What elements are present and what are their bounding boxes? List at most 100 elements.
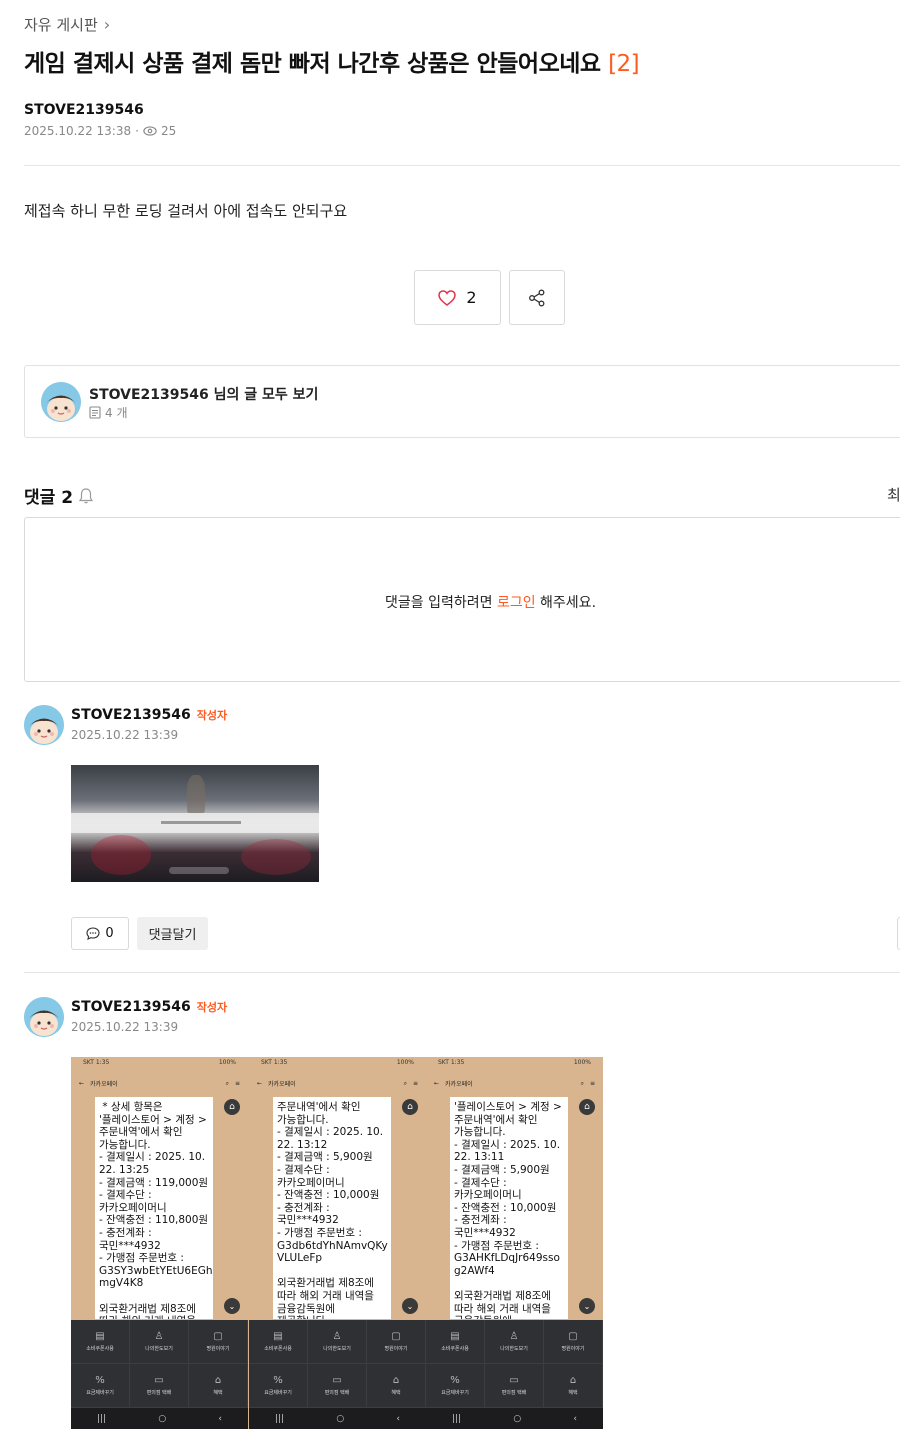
reply-count-button[interactable]: 0	[71, 917, 129, 950]
login-prompt: 댓글을 입력하려면 로그인 해주세요.	[385, 592, 596, 612]
receipt-panel: SKT 1:35 100% ← 카카오페이 ⌕ ≡ '플레이스토어 > 계정 > 주문내…	[426, 1057, 603, 1429]
login-link[interactable]: 로그인	[497, 595, 536, 611]
android-navbar: ||| ○ ‹	[71, 1408, 248, 1429]
home-icon: ⌂	[224, 1099, 240, 1115]
post-date: 2025.10.22 13:38	[24, 124, 132, 138]
truck-icon: ▭	[154, 1375, 164, 1386]
person-icon: ♙	[154, 1331, 164, 1342]
menu-label: 편의점 택배	[324, 1390, 350, 1396]
author-box-title[interactable]: STOVE2139546 님의 글 모두 보기	[89, 384, 318, 404]
menu-label: 소비쿠폰사용	[86, 1346, 114, 1352]
percent-icon: %	[95, 1375, 105, 1386]
search-icon: ⌕	[225, 1079, 229, 1087]
like-button[interactable]: 2	[414, 270, 501, 325]
post-count-text: 4 개	[105, 406, 128, 420]
receipt-message: 주문내역'에서 확인 가능합니다. - 결제일시 : 2025. 10. 22.…	[273, 1097, 391, 1319]
comment-image-game-screenshot[interactable]	[71, 765, 319, 882]
menu-label: 명원이야기	[384, 1346, 408, 1352]
status-battery: 100%	[218, 1059, 236, 1066]
title-comment-count: [2]	[608, 51, 640, 77]
menu-label: 편의점 택배	[146, 1390, 172, 1396]
back-icon: ‹	[396, 1413, 400, 1424]
author-posts-box[interactable]: STOVE2139546 님의 글 모두 보기 4 개	[24, 365, 900, 438]
menu-icon: ≡	[589, 1080, 595, 1087]
comment-date: 2025.10.22 13:39	[71, 728, 179, 742]
avatar[interactable]	[24, 997, 64, 1037]
recent-apps-icon: |||	[275, 1413, 285, 1424]
menu-label: 나의한도보기	[145, 1346, 173, 1352]
receipt-menu: ▤ 소비쿠폰사용 ♙ 나의한도보기 ▢ 명원이야기 % 요금제바꾸기 ▭ 편의점 택배 ⌂…	[426, 1320, 603, 1408]
gift-icon: ⌂	[569, 1375, 577, 1386]
menu-label: 소비쿠폰사용	[441, 1346, 469, 1352]
menu-label: 소비쿠폰사용	[264, 1346, 292, 1352]
breadcrumb-board[interactable]: 자유 게시판	[24, 14, 98, 35]
reply-count: 0	[105, 926, 114, 941]
receipt-menu: ▤ 소비쿠폰사용 ♙ 나의한도보기 ▢ 명원이야기 % 요금제바꾸기 ▭ 편의점 택배 ⌂…	[71, 1320, 248, 1408]
chevron-down-icon: ⌄	[579, 1298, 595, 1314]
comment-date: 2025.10.22 13:39	[71, 1020, 179, 1034]
home-icon: ⌂	[579, 1099, 595, 1115]
eye-icon	[143, 126, 157, 136]
writer-badge: 작성자	[196, 1001, 228, 1014]
gift-icon: ⌂	[214, 1375, 222, 1386]
app-title: 카카오페이	[268, 1081, 296, 1088]
app-title: 카카오페이	[445, 1081, 473, 1088]
menu-label: 명원이야기	[561, 1346, 585, 1352]
comment-input-box[interactable]: 댓글을 입력하려면 로그인 해주세요.	[24, 517, 900, 682]
post-body: 제접속 하니 무한 로딩 걸려서 아에 접속도 안되구요	[24, 202, 348, 220]
comment-author-name: STOVE2139546	[71, 707, 191, 723]
writer-badge: 작성자	[196, 709, 228, 722]
share-button[interactable]	[509, 270, 565, 325]
truck-icon: ▭	[509, 1375, 519, 1386]
chat-icon: ▢	[391, 1331, 401, 1342]
person-icon: ♙	[332, 1331, 342, 1342]
heart-icon	[438, 289, 457, 306]
comment-author-name: STOVE2139546	[71, 999, 191, 1015]
receipt-menu: ▤ 소비쿠폰사용 ♙ 나의한도보기 ▢ 명원이야기 % 요금제바꾸기 ▭ 편의점 택배 ⌂…	[249, 1320, 426, 1408]
avatar-character-icon	[24, 997, 64, 1037]
divider	[24, 972, 900, 973]
comment-author[interactable]: STOVE2139546 작성자	[71, 707, 227, 723]
coupon-icon: ▤	[450, 1331, 460, 1342]
gift-icon: ⌂	[392, 1375, 400, 1386]
chevron-right-icon: ›	[103, 15, 111, 34]
home-circle-icon: ○	[513, 1413, 522, 1424]
breadcrumb[interactable]: 자유 게시판 ›	[24, 14, 110, 35]
person-icon: ♙	[509, 1331, 519, 1342]
menu-label: 나의한도보기	[500, 1346, 528, 1352]
comments-header: 댓글 2	[24, 483, 95, 508]
menu-label: 명원이야기	[206, 1346, 230, 1352]
back-icon: ‹	[218, 1413, 222, 1424]
percent-icon: %	[273, 1375, 283, 1386]
status-time: SKT 1:35	[438, 1059, 465, 1066]
home-icon: ⌂	[402, 1099, 418, 1115]
chevron-down-icon: ⌄	[402, 1298, 418, 1314]
receipt-message: * 상세 항목은 '플레이스토어 > 계정 > 주문내역'에서 확인 가능합니다…	[95, 1097, 213, 1319]
search-icon: ⌕	[580, 1079, 584, 1087]
back-arrow-icon: ←	[434, 1080, 440, 1087]
back-arrow-icon: ←	[257, 1080, 263, 1087]
menu-label: 나의한도보기	[323, 1346, 351, 1352]
android-navbar: ||| ○ ‹	[426, 1408, 603, 1429]
menu-label: 혜택	[568, 1390, 578, 1396]
menu-label: 혜택	[391, 1390, 401, 1396]
comment-author[interactable]: STOVE2139546 작성자	[71, 999, 227, 1015]
home-circle-icon: ○	[336, 1413, 345, 1424]
status-battery: 100%	[573, 1059, 591, 1066]
author-box-name: STOVE2139546	[89, 387, 209, 403]
login-prompt-before: 댓글을 입력하려면	[385, 595, 497, 611]
sort-option[interactable]: 최	[887, 484, 900, 505]
coupon-icon: ▤	[273, 1331, 283, 1342]
back-arrow-icon: ←	[79, 1080, 85, 1087]
comment-image-payment-receipts[interactable]: SKT 1:35 100% ← 카카오페이 ⌕ ≡ * 상세 항목은 '플레이스토어 >…	[71, 1057, 603, 1429]
menu-label: 편의점 택배	[501, 1390, 527, 1396]
menu-icon: ≡	[234, 1080, 240, 1087]
view-count: 25	[160, 124, 177, 138]
chat-icon: ▢	[568, 1331, 578, 1342]
reply-button[interactable]: 댓글달기	[137, 917, 208, 950]
avatar-character-icon	[24, 705, 64, 745]
post-author[interactable]: STOVE2139546	[24, 102, 144, 118]
percent-icon: %	[450, 1375, 460, 1386]
bell-icon[interactable]	[77, 487, 95, 505]
avatar[interactable]	[24, 705, 64, 745]
